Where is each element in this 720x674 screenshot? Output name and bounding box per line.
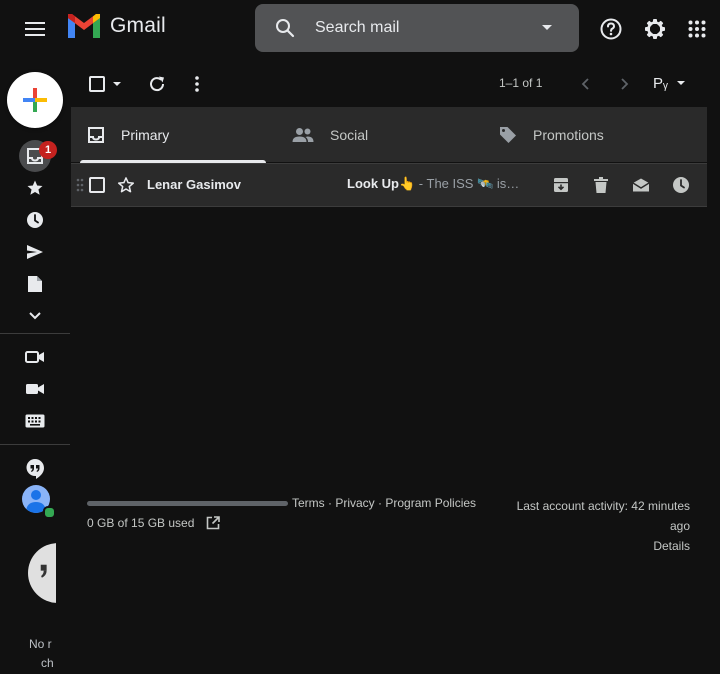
- email-subject: Look Up👆: [347, 176, 416, 191]
- storage-usage-bar: [87, 501, 288, 506]
- compose-button[interactable]: [7, 72, 63, 128]
- tag-icon: [500, 126, 516, 143]
- activity-text-cont: ago: [669, 519, 690, 533]
- nav-starred-star-icon[interactable]: [22, 175, 48, 201]
- email-select-checkbox[interactable]: [87, 175, 107, 195]
- email-row[interactable]: Lenar Gasimov Look Up👆 - The ISS 🛰️ is…: [71, 163, 707, 207]
- terms-link[interactable]: Terms: [292, 496, 325, 510]
- email-subject-snippet: Look Up👆 - The ISS 🛰️ is…: [347, 176, 519, 192]
- delete-trash-icon[interactable]: [591, 175, 611, 195]
- search-box[interactable]: Search mail: [255, 4, 579, 52]
- older-chevron-right-icon[interactable]: [615, 74, 635, 94]
- gmail-m-icon: [68, 14, 100, 38]
- hangouts-bubble[interactable]: [28, 543, 56, 603]
- details-link[interactable]: Details: [500, 536, 690, 556]
- inbox-icon: [88, 126, 104, 143]
- tab-promotions[interactable]: Promotions: [499, 107, 689, 162]
- open-in-new-icon[interactable]: [206, 516, 220, 530]
- privacy-link[interactable]: Privacy: [335, 496, 374, 510]
- rail-divider: [0, 444, 70, 445]
- account-activity: Last account activity: 42 minutes ago De…: [500, 496, 690, 556]
- tab-label: Promotions: [533, 126, 604, 143]
- rail-note-line: No r: [29, 637, 52, 651]
- footer-separator: ·: [324, 496, 336, 510]
- settings-gear-icon[interactable]: [642, 16, 668, 42]
- nav-more-chevron-down-icon[interactable]: [22, 303, 48, 329]
- refresh-icon[interactable]: [146, 73, 168, 95]
- footer-links: Terms · Privacy · Program Policies: [292, 496, 476, 510]
- hangouts-panel: [0, 540, 56, 610]
- hangouts-large-icon: [40, 564, 47, 578]
- nav-drafts-file-icon[interactable]: [22, 271, 48, 297]
- meet-new-meeting-icon[interactable]: [22, 344, 48, 370]
- snooze-clock-icon[interactable]: [671, 175, 691, 195]
- hangouts-quote-icon[interactable]: [22, 456, 48, 482]
- apps-grid-icon[interactable]: [684, 16, 710, 42]
- nav-sent-send-icon[interactable]: [22, 239, 48, 265]
- search-input[interactable]: Search mail: [315, 19, 399, 37]
- nav-snoozed-clock-icon[interactable]: [22, 207, 48, 233]
- program-policies-link[interactable]: Program Policies: [385, 496, 476, 510]
- tab-label: Primary: [121, 126, 170, 143]
- meet-join-video-icon[interactable]: [22, 376, 48, 402]
- search-icon[interactable]: [267, 10, 303, 46]
- pagination-count: 1–1 of 1: [499, 76, 543, 90]
- tab-label: Social: [330, 126, 369, 143]
- online-status-dot: [43, 506, 56, 519]
- tab-social[interactable]: Social: [292, 107, 472, 162]
- newer-chevron-left-icon[interactable]: [575, 74, 595, 94]
- app-header: Gmail Search mail: [0, 0, 720, 58]
- select-all-checkbox[interactable]: [87, 74, 107, 94]
- unread-count-badge: 1: [39, 141, 57, 159]
- input-tools-button[interactable]: Pᵧ: [653, 75, 668, 92]
- compose-plus-icon: [23, 88, 47, 112]
- email-snippet: - The ISS 🛰️ is…: [415, 176, 520, 191]
- category-tabs: Primary Social Promotions: [71, 107, 707, 162]
- drag-handle-icon[interactable]: [75, 177, 85, 193]
- select-dropdown-caret-icon[interactable]: [110, 78, 124, 90]
- rail-note-line: ch: [41, 656, 54, 670]
- archive-icon[interactable]: [551, 175, 571, 195]
- storage-usage-label: 0 GB of 15 GB used: [87, 516, 195, 530]
- search-options-icon[interactable]: [537, 18, 557, 38]
- app-name: Gmail: [110, 14, 166, 37]
- mark-as-read-envelope-icon[interactable]: [631, 175, 651, 195]
- activity-text: Last account activity: 42 minutes: [516, 499, 690, 513]
- email-sender: Lenar Gasimov: [147, 177, 241, 192]
- tab-primary[interactable]: Primary: [87, 107, 267, 162]
- input-tools-caret-icon[interactable]: [675, 78, 687, 88]
- help-icon[interactable]: [598, 16, 624, 42]
- star-outline-icon[interactable]: [116, 175, 136, 195]
- gmail-logo[interactable]: Gmail: [66, 12, 166, 40]
- footer-separator: ·: [374, 496, 386, 510]
- main-menu-icon[interactable]: [22, 16, 48, 42]
- keyboard-icon[interactable]: [22, 408, 48, 434]
- storage-usage-text: 0 GB of 15 GB used: [87, 516, 220, 530]
- more-options-vertical-dots-icon[interactable]: [186, 73, 208, 95]
- people-icon: [292, 127, 314, 142]
- rail-divider: [0, 333, 70, 334]
